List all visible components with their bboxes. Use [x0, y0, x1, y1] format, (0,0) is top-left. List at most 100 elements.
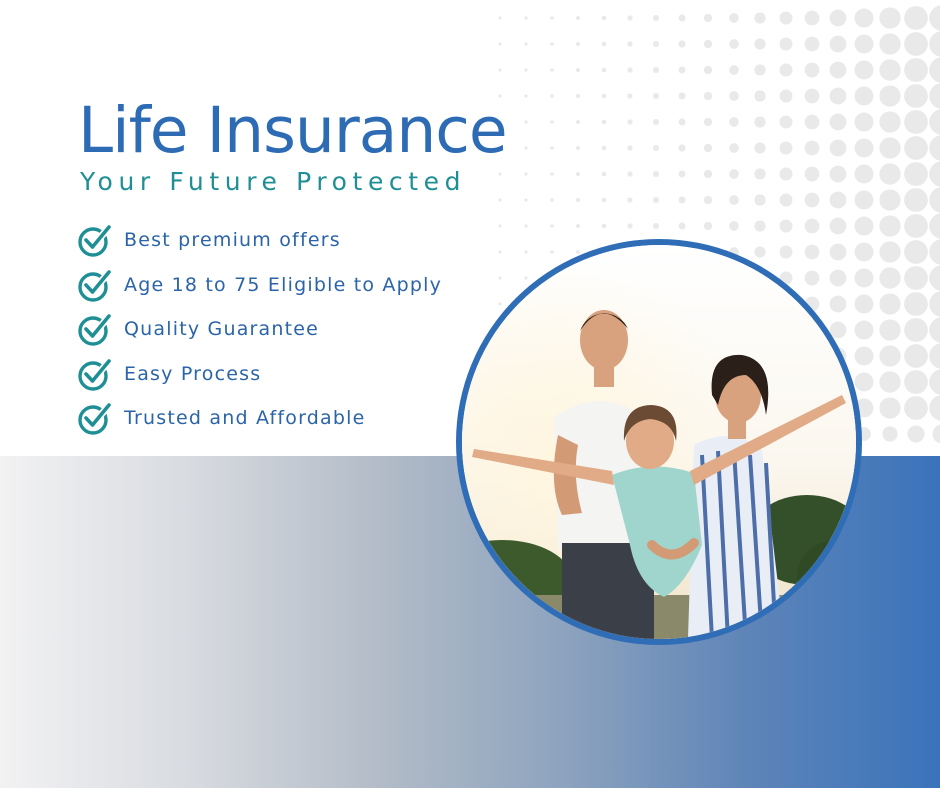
halftone-dot — [904, 32, 928, 56]
halftone-dot — [829, 191, 847, 209]
halftone-dot — [524, 120, 528, 124]
halftone-dot — [601, 67, 607, 73]
halftone-dot — [854, 294, 874, 314]
halftone-dot — [550, 224, 554, 228]
halftone-dot — [627, 145, 633, 151]
halftone-dot — [779, 141, 793, 155]
check-circle-icon — [78, 312, 112, 346]
halftone-dot — [576, 250, 580, 254]
halftone-dot — [652, 222, 660, 230]
halftone-dot — [879, 371, 901, 393]
halftone-dot — [879, 241, 901, 263]
halftone-dot — [652, 66, 660, 74]
halftone-dot — [678, 144, 686, 152]
halftone-dot — [904, 162, 928, 186]
halftone-dot — [754, 220, 766, 232]
halftone-dot — [779, 115, 793, 129]
halftone-dot — [854, 372, 874, 392]
halftone-dot — [703, 221, 713, 231]
check-circle-icon — [78, 223, 112, 257]
halftone-dot — [854, 190, 874, 210]
halftone-dot — [576, 198, 580, 202]
halftone-dot — [879, 215, 901, 237]
halftone-dot — [601, 15, 607, 21]
halftone-dot — [854, 346, 874, 366]
halftone-dot — [879, 111, 901, 133]
halftone-dot — [854, 268, 874, 288]
check-circle-icon — [78, 268, 112, 302]
halftone-dot — [929, 31, 940, 57]
halftone-dot — [879, 189, 901, 211]
halftone-dot — [703, 195, 713, 205]
halftone-dot — [804, 244, 820, 260]
halftone-dot — [754, 194, 766, 206]
halftone-dot — [929, 109, 940, 135]
halftone-dot — [929, 239, 940, 265]
feature-label: Easy Process — [124, 362, 262, 385]
halftone-dot — [904, 318, 928, 342]
halftone-dot — [576, 172, 580, 176]
halftone-dot — [779, 167, 793, 181]
halftone-dot — [754, 168, 766, 180]
halftone-dot — [804, 114, 820, 130]
feature-label: Quality Guarantee — [124, 318, 320, 340]
halftone-dot — [779, 63, 793, 77]
halftone-dot — [879, 293, 901, 315]
halftone-dot — [576, 68, 580, 72]
halftone-dot — [524, 42, 528, 46]
halftone-dot — [929, 83, 940, 109]
halftone-dot — [576, 94, 580, 98]
halftone-dot — [754, 64, 766, 76]
halftone-dot — [524, 146, 528, 150]
halftone-dot — [576, 120, 580, 124]
halftone-dot — [854, 86, 874, 106]
halftone-dot — [729, 221, 739, 231]
halftone-dot — [550, 94, 554, 98]
halftone-dot — [854, 320, 874, 340]
halftone-dot — [601, 93, 607, 99]
halftone-dot — [929, 395, 940, 421]
halftone-dot — [879, 345, 901, 367]
halftone-dot — [904, 292, 928, 316]
halftone-dot — [854, 242, 874, 262]
halftone-dot — [932, 424, 940, 444]
feature-label: Best premium offers — [124, 229, 341, 251]
halftone-dot — [678, 196, 686, 204]
halftone-dot — [829, 113, 847, 131]
halftone-dot — [652, 144, 660, 152]
halftone-dot — [829, 139, 847, 157]
halftone-dot — [550, 146, 554, 150]
halftone-dot — [854, 164, 874, 184]
halftone-dot — [829, 269, 847, 287]
halftone-dot — [854, 8, 874, 28]
halftone-dot — [550, 198, 554, 202]
halftone-dot — [729, 13, 739, 23]
halftone-dot — [929, 369, 940, 395]
halftone-dot — [576, 224, 580, 228]
halftone-dot — [627, 119, 633, 125]
halftone-dot — [929, 135, 940, 161]
halftone-dot — [601, 197, 607, 203]
halftone-dot — [854, 216, 874, 236]
halftone-dot — [879, 33, 901, 55]
halftone-dot — [524, 224, 528, 228]
halftone-dot — [879, 85, 901, 107]
halftone-dot — [829, 165, 847, 183]
halftone-dot — [904, 370, 928, 394]
halftone-dot — [879, 319, 901, 341]
halftone-dot — [729, 143, 739, 153]
halftone-dot — [929, 265, 940, 291]
halftone-dot — [929, 291, 940, 317]
halftone-dot — [524, 198, 528, 202]
halftone-dot — [904, 266, 928, 290]
halftone-dot — [498, 198, 502, 202]
halftone-dot — [829, 217, 847, 235]
halftone-dot — [882, 426, 898, 442]
halftone-dot — [601, 145, 607, 151]
halftone-dot — [550, 42, 554, 46]
halftone-dot — [907, 425, 925, 443]
halftone-dot — [779, 219, 793, 233]
halftone-dot — [779, 37, 793, 51]
halftone-dot — [904, 240, 928, 264]
halftone-dot — [627, 67, 633, 73]
